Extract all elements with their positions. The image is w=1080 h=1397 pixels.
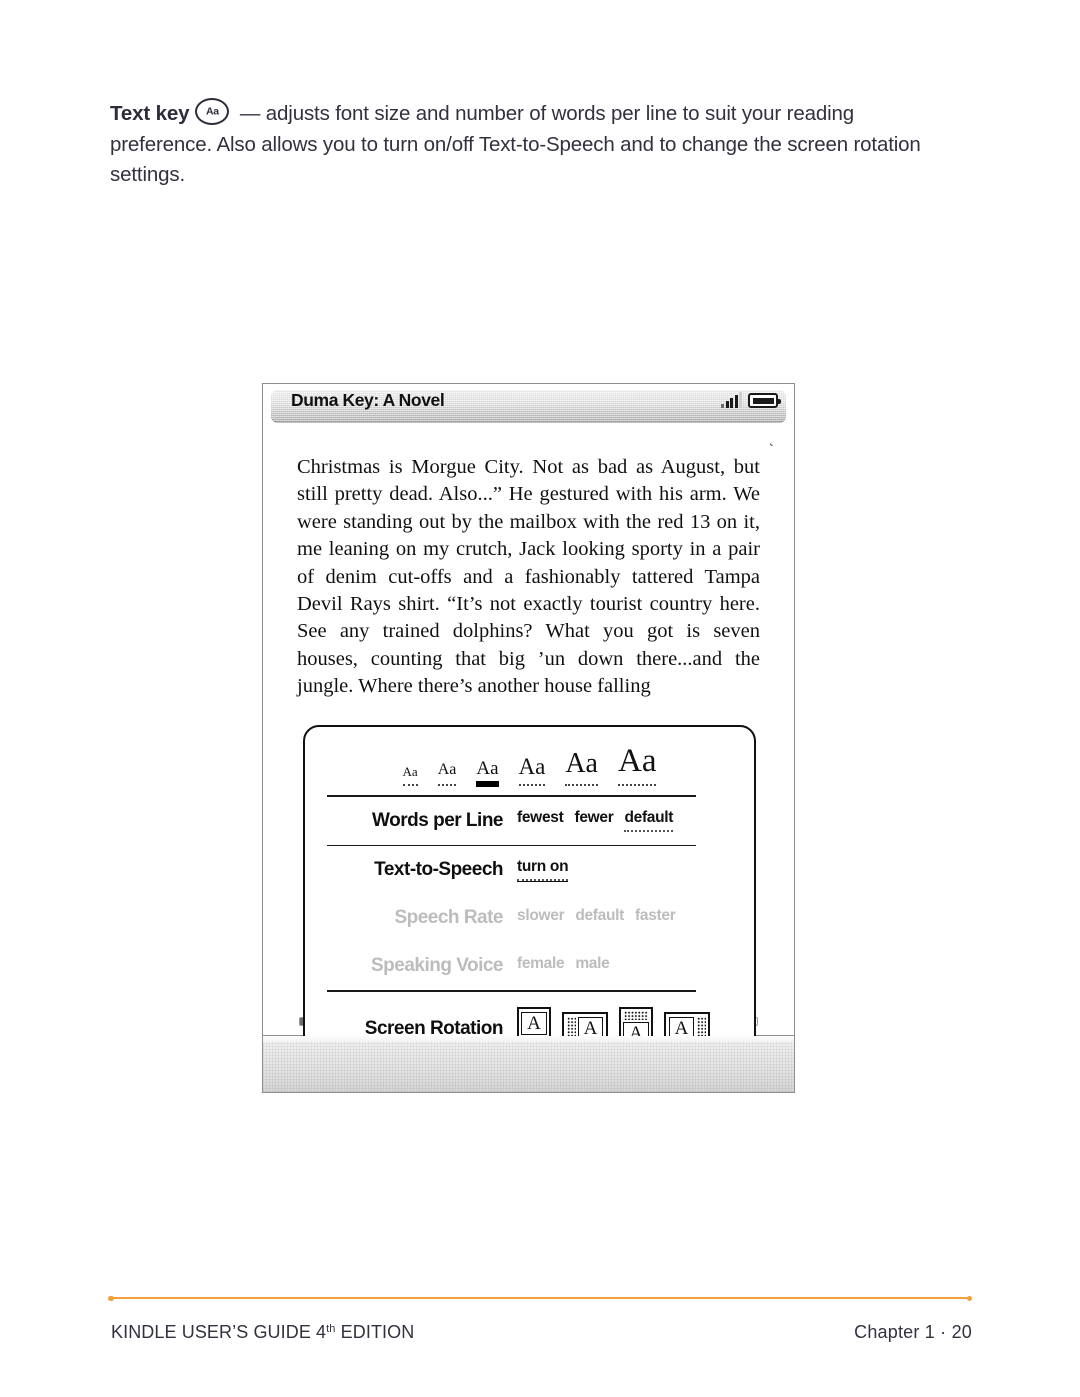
text-settings-panel[interactable]: Aa Aa Aa Aa Aa Aa Words per Line fewest … bbox=[303, 725, 756, 1036]
font-size-option-4-underline bbox=[518, 782, 546, 786]
font-size-option-2-underline bbox=[437, 782, 457, 786]
font-size-option-6[interactable]: Aa bbox=[617, 743, 657, 787]
rotate-landscape-keyboard-right-option[interactable]: A bbox=[664, 1011, 710, 1036]
font-size-option-3-label: Aa bbox=[476, 758, 499, 779]
font-size-option-6-underline bbox=[617, 782, 657, 786]
device-bottom-bezel bbox=[263, 1035, 794, 1092]
setting-row-text-to-speech[interactable]: Text-to-Speech turn on bbox=[305, 846, 754, 894]
text-to-speech-label: Text-to-Speech bbox=[374, 859, 503, 881]
rotate-landscape-keyboard-right-icon: A bbox=[664, 1011, 710, 1036]
font-size-option-2[interactable]: Aa bbox=[437, 761, 457, 787]
speech-rate-option-faster: faster bbox=[635, 906, 676, 924]
speech-rate-option-slower: slower bbox=[517, 906, 565, 924]
font-size-selector[interactable]: Aa Aa Aa Aa Aa Aa bbox=[305, 727, 754, 795]
font-size-option-5[interactable]: Aa bbox=[565, 750, 598, 787]
rotate-landscape-keyboard-left-icon: A bbox=[562, 1011, 608, 1036]
rotate-portrait-keyboard-bottom-option[interactable]: A bbox=[517, 1006, 551, 1036]
signal-bars-icon bbox=[721, 392, 742, 408]
font-size-option-5-label: Aa bbox=[565, 748, 598, 779]
setting-row-screen-rotation[interactable]: Screen Rotation A A A A bbox=[305, 992, 754, 1036]
kindle-device: Duma Key: A Novel Christmas is Morgue Ci… bbox=[262, 383, 795, 1093]
keyboard-dots-right bbox=[696, 1016, 706, 1036]
footer-guide-suffix: EDITION bbox=[335, 1322, 415, 1342]
font-size-option-3-underline bbox=[476, 781, 499, 787]
page-curl-icon bbox=[770, 422, 794, 446]
setting-row-speech-rate: Speech Rate slower default faster bbox=[305, 894, 754, 942]
book-body-text: Christmas is Morgue City. Not as bad as … bbox=[297, 454, 760, 701]
speaking-voice-option-female: female bbox=[517, 954, 565, 972]
speaking-voice-options: female male bbox=[517, 954, 610, 978]
words-per-line-options[interactable]: fewest fewer default bbox=[517, 809, 673, 833]
intro-description: — adjusts font size and number of words … bbox=[110, 102, 921, 186]
speech-rate-label: Speech Rate bbox=[394, 907, 503, 929]
words-per-line-option-fewer[interactable]: fewer bbox=[574, 809, 613, 832]
rotate-portrait-keyboard-top-option[interactable]: A bbox=[619, 1006, 653, 1036]
font-size-option-5-underline bbox=[565, 782, 598, 786]
speech-rate-options: slower default faster bbox=[517, 906, 676, 930]
rotate-portrait-keyboard-bottom-icon: A bbox=[517, 1006, 551, 1036]
font-size-option-2-label: Aa bbox=[437, 761, 457, 778]
words-per-line-option-fewest[interactable]: fewest bbox=[517, 809, 564, 832]
text-key-aa-icon-label: Aa bbox=[206, 105, 219, 118]
font-size-option-4[interactable]: Aa bbox=[518, 754, 546, 787]
text-key-label: Text key bbox=[110, 102, 190, 125]
rotate-glyph-4: A bbox=[668, 1017, 695, 1036]
rotate-glyph-3: A bbox=[623, 1022, 649, 1036]
text-to-speech-option-turn-on[interactable]: turn on bbox=[517, 858, 569, 883]
rotate-glyph-1: A bbox=[521, 1012, 547, 1036]
speaking-voice-option-male: male bbox=[575, 954, 610, 972]
rotate-portrait-keyboard-top-icon: A bbox=[619, 1006, 653, 1036]
intro-paragraph: Text key Aa — adjusts font size and numbe… bbox=[110, 98, 960, 191]
kindle-screen: Duma Key: A Novel Christmas is Morgue Ci… bbox=[263, 384, 794, 1036]
screen-rotation-options[interactable]: A A A A bbox=[517, 1006, 710, 1036]
screen-rotation-label: Screen Rotation bbox=[364, 1017, 504, 1036]
footer-guide-sup: th bbox=[326, 1323, 336, 1335]
font-size-option-1-underline bbox=[402, 782, 418, 786]
battery-icon bbox=[748, 393, 781, 408]
font-size-option-6-label: Aa bbox=[617, 743, 657, 779]
text-to-speech-options[interactable]: turn on bbox=[517, 858, 569, 883]
font-size-option-4-label: Aa bbox=[518, 754, 546, 779]
speech-rate-option-default: default bbox=[575, 906, 625, 924]
book-title: Duma Key: A Novel bbox=[291, 390, 445, 410]
setting-row-speaking-voice: Speaking Voice female male bbox=[305, 942, 754, 990]
speaking-voice-label: Speaking Voice bbox=[370, 955, 504, 977]
font-size-option-1-label: Aa bbox=[402, 764, 418, 779]
text-key-aa-icon: Aa bbox=[195, 98, 230, 125]
book-paragraph: Christmas is Morgue City. Not as bad as … bbox=[297, 456, 760, 698]
rotate-landscape-keyboard-left-option[interactable]: A bbox=[562, 1011, 608, 1036]
footer-chapter-page: Chapter 1 · 20 bbox=[854, 1322, 972, 1342]
font-size-option-1[interactable]: Aa bbox=[402, 764, 418, 787]
keyboard-dots-top bbox=[624, 1011, 648, 1021]
keyboard-dots-left bbox=[566, 1016, 576, 1036]
footer-guide-title: KINDLE USER’S GUIDE 4th EDITION bbox=[111, 1322, 414, 1343]
rotate-glyph-2: A bbox=[577, 1017, 604, 1036]
footer-guide-prefix: KINDLE USER’S GUIDE 4 bbox=[111, 1322, 327, 1342]
words-per-line-label: Words per Line bbox=[372, 809, 503, 831]
footer-rule bbox=[108, 1295, 972, 1302]
words-per-line-option-default[interactable]: default bbox=[624, 809, 673, 833]
setting-row-words-per-line[interactable]: Words per Line fewest fewer default bbox=[305, 797, 754, 845]
font-size-option-3[interactable]: Aa bbox=[476, 758, 499, 787]
status-icons bbox=[721, 392, 781, 408]
